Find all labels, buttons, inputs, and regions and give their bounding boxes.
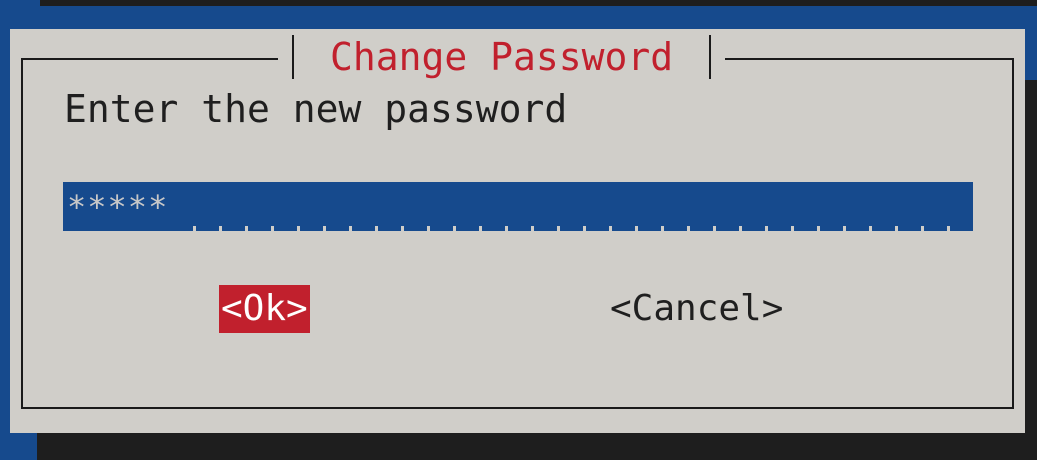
password-input[interactable]: [63, 182, 973, 231]
dialog-title: Change Password: [330, 35, 674, 79]
cancel-button[interactable]: <Cancel>: [608, 285, 785, 333]
ok-button[interactable]: <Ok>: [219, 285, 310, 333]
change-password-dialog: Change Password Enter the new password <…: [10, 29, 1025, 433]
top-strip-gap: [0, 0, 40, 6]
top-shadow-strip: [0, 0, 1037, 6]
dialog-shadow-right: [1025, 80, 1037, 460]
dialog-title-bar: Change Password: [278, 29, 726, 85]
dialog-shadow-bottom: [37, 433, 1037, 460]
terminal-screen: Change Password Enter the new password <…: [0, 0, 1037, 460]
title-right-bracket: [709, 35, 712, 79]
dialog-prompt: Enter the new password: [64, 87, 568, 131]
